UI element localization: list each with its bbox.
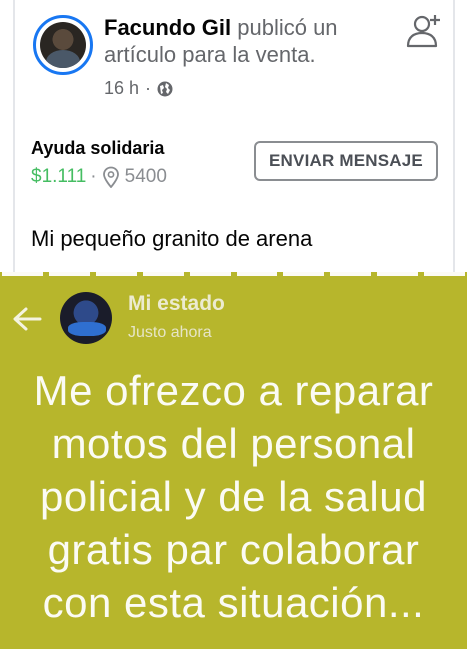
status-line: Me ofrezco a reparar	[33, 367, 434, 414]
card-border-right	[453, 0, 455, 272]
meta-separator: ·	[145, 78, 152, 98]
status-avatar[interactable]	[60, 292, 112, 344]
progress-segment	[48, 272, 90, 276]
marketplace-post: Facundo Gil publicó un artículo para la …	[0, 0, 467, 272]
progress-segment	[189, 272, 231, 276]
post-meta: 16 h ·	[104, 78, 173, 99]
progress-segment	[142, 272, 184, 276]
avatar-photo	[40, 22, 86, 68]
status-message: Me ofrezco a reparar motos del personal …	[0, 364, 467, 629]
status-line: gratis par colaborar	[47, 526, 420, 573]
post-time[interactable]: 16 h	[104, 78, 139, 99]
item-title[interactable]: Ayuda solidaria	[31, 138, 164, 159]
item-location: 5400	[124, 166, 167, 187]
globe-icon	[157, 81, 173, 96]
status-name: Mi estado	[128, 292, 225, 315]
add-friend-icon[interactable]	[405, 13, 443, 49]
progress-segment	[424, 272, 466, 276]
price-separator: ·	[90, 166, 97, 187]
back-arrow-icon[interactable]	[10, 304, 44, 334]
status-view: Mi estado Justo ahora Me ofrezco a repar…	[0, 272, 467, 649]
status-progress-bar	[0, 272, 467, 276]
location-pin-icon	[102, 166, 119, 188]
post-text: Mi pequeño granito de arena	[31, 226, 313, 251]
progress-segment	[283, 272, 325, 276]
item-price-row: $1.111 · 5400	[31, 166, 167, 188]
status-time: Justo ahora	[128, 324, 212, 341]
progress-segment	[2, 272, 43, 276]
author-name[interactable]: Facundo Gil	[104, 15, 231, 40]
author-avatar[interactable]	[33, 15, 93, 75]
progress-segment	[330, 272, 372, 276]
status-line: con esta situación...	[42, 579, 425, 626]
status-line: policial y de la salud	[40, 473, 427, 520]
send-message-button[interactable]: ENVIAR MENSAJE	[254, 141, 438, 181]
progress-segment	[95, 272, 137, 276]
post-header: Facundo Gil publicó un artículo para la …	[104, 14, 394, 68]
progress-segment	[377, 272, 419, 276]
item-price: $1.111	[31, 166, 87, 187]
card-border-left	[13, 0, 15, 272]
progress-segment	[236, 272, 278, 276]
status-line: motos del personal	[51, 420, 416, 467]
